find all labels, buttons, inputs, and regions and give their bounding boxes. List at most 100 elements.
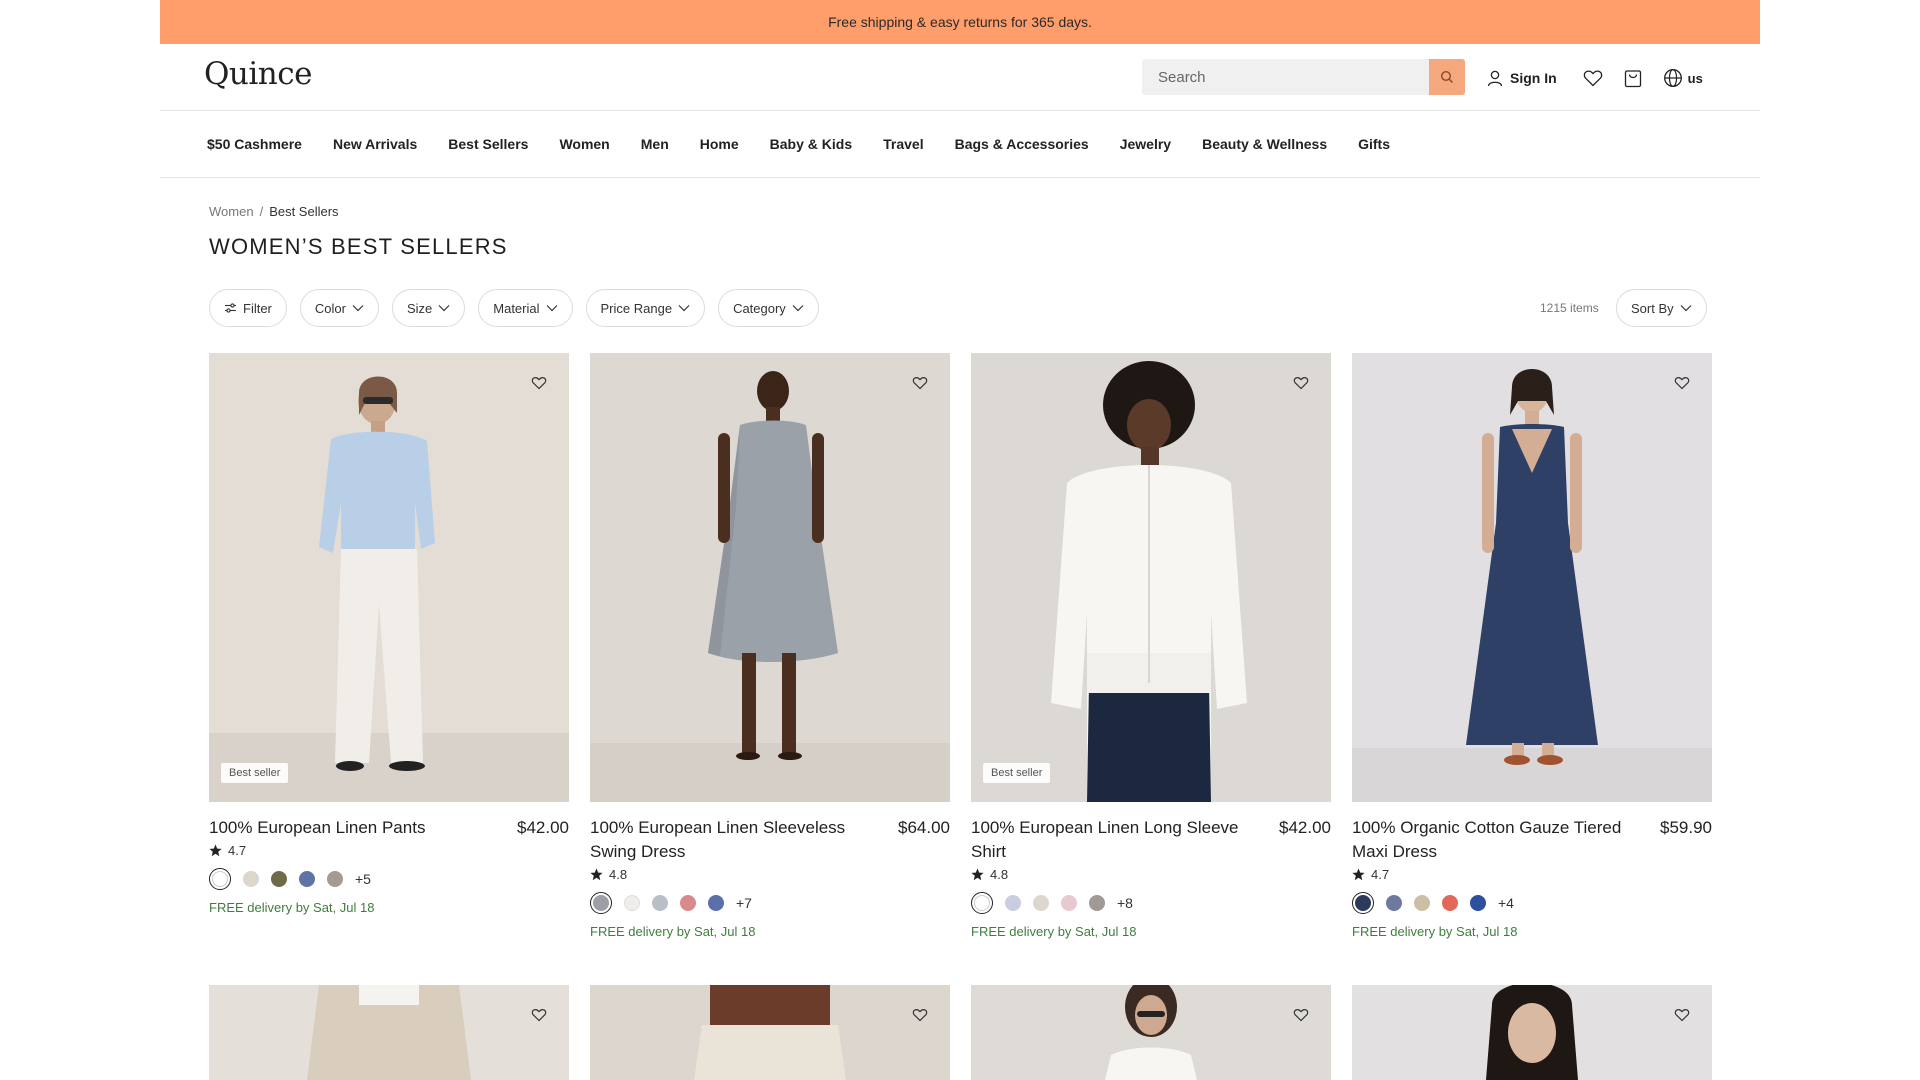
nav-item-women[interactable]: Women	[559, 136, 609, 152]
sign-in-label: Sign In	[1510, 70, 1557, 86]
size-filter-dropdown[interactable]: Size	[391, 289, 466, 327]
favorite-heart-icon[interactable]	[1674, 375, 1690, 391]
nav-item-jewelry[interactable]: Jewelry	[1120, 136, 1171, 152]
header-actions: Sign In us	[1486, 64, 1703, 92]
favorite-heart-icon[interactable]	[531, 1007, 547, 1023]
favorite-heart-icon[interactable]	[1293, 375, 1309, 391]
product-price: $42.00	[1279, 818, 1331, 837]
more-colors[interactable]: +7	[736, 895, 752, 911]
color-swatch[interactable]	[243, 871, 259, 887]
star-icon	[971, 868, 984, 881]
product-image[interactable]: Best seller	[209, 353, 569, 802]
more-colors[interactable]: +8	[1117, 895, 1133, 911]
product-name[interactable]: 100% Organic Cotton Gauze Tiered Maxi Dr…	[1352, 816, 1622, 864]
product-title-row: 100% European Linen Sleeveless Swing Dre…	[590, 816, 950, 864]
product-card[interactable]: Best seller 100% European Linen Pants $4…	[209, 353, 569, 915]
nav-item-beauty-wellness[interactable]: Beauty & Wellness	[1202, 136, 1327, 152]
color-swatch-selected[interactable]	[971, 892, 993, 914]
color-swatch[interactable]	[1386, 895, 1402, 911]
favorite-heart-icon[interactable]	[1293, 1007, 1309, 1023]
color-swatch-selected[interactable]	[209, 868, 231, 890]
wishlist-button[interactable]	[1583, 69, 1603, 87]
color-swatch-selected[interactable]	[1352, 892, 1374, 914]
favorite-heart-icon[interactable]	[531, 375, 547, 391]
star-icon	[209, 844, 222, 857]
product-card-partial[interactable]	[971, 985, 1331, 1080]
material-filter-dropdown[interactable]: Material	[478, 289, 573, 327]
product-photo-partial	[590, 985, 950, 1080]
color-swatch[interactable]	[327, 871, 343, 887]
nav-item-best-sellers[interactable]: Best Sellers	[448, 136, 528, 152]
color-swatch[interactable]	[1442, 895, 1458, 911]
price-range-filter-dropdown[interactable]: Price Range	[585, 289, 706, 327]
product-card[interactable]: 100% European Linen Sleeveless Swing Dre…	[590, 353, 950, 939]
product-name[interactable]: 100% European Linen Sleeveless Swing Dre…	[590, 816, 860, 864]
delivery-info: FREE delivery by Sat, Jul 18	[590, 924, 756, 939]
favorite-heart-icon[interactable]	[912, 1007, 928, 1023]
nav-item-bags-accessories[interactable]: Bags & Accessories	[955, 136, 1089, 152]
search-button[interactable]	[1429, 59, 1465, 95]
user-icon	[1487, 70, 1503, 87]
filter-label: Filter	[243, 300, 272, 316]
product-image[interactable]	[590, 353, 950, 802]
product-photo-partial	[1352, 985, 1712, 1080]
color-swatch-selected[interactable]	[590, 892, 612, 914]
color-swatch[interactable]	[271, 871, 287, 887]
product-image[interactable]	[1352, 353, 1712, 802]
chevron-down-icon	[678, 305, 690, 312]
nav-item-cashmere[interactable]: $50 Cashmere	[207, 136, 302, 152]
locale-selector[interactable]: us	[1663, 68, 1703, 88]
color-swatch[interactable]	[1470, 895, 1486, 911]
color-swatch[interactable]	[1033, 895, 1049, 911]
color-swatch[interactable]	[1061, 895, 1077, 911]
filter-button[interactable]: Filter	[209, 289, 287, 327]
product-price: $42.00	[517, 818, 569, 837]
promo-text: Free shipping & easy returns for 365 day…	[828, 14, 1092, 30]
category-filter-dropdown[interactable]: Category	[718, 289, 819, 327]
sign-in-link[interactable]: Sign In	[1486, 69, 1557, 87]
color-swatch[interactable]	[680, 895, 696, 911]
cart-button[interactable]	[1624, 69, 1642, 88]
favorite-heart-icon[interactable]	[1674, 1007, 1690, 1023]
search-input[interactable]	[1142, 59, 1429, 95]
more-colors[interactable]: +4	[1498, 895, 1514, 911]
nav-item-new-arrivals[interactable]: New Arrivals	[333, 136, 417, 152]
rating-value: 4.7	[228, 843, 247, 858]
color-swatch[interactable]	[624, 895, 640, 911]
color-swatch[interactable]	[299, 871, 315, 887]
color-swatch[interactable]	[1414, 895, 1430, 911]
product-card-partial[interactable]	[209, 985, 569, 1080]
color-filter-dropdown[interactable]: Color	[299, 289, 379, 327]
nav-item-baby-kids[interactable]: Baby & Kids	[770, 136, 852, 152]
chevron-down-icon	[352, 305, 364, 312]
nav-item-travel[interactable]: Travel	[883, 136, 923, 152]
search-icon	[1440, 70, 1453, 83]
more-colors[interactable]: +5	[355, 871, 371, 887]
color-swatch[interactable]	[1089, 895, 1105, 911]
chevron-down-icon	[438, 305, 450, 312]
product-title-row: 100% European Linen Pants $42.00	[209, 816, 569, 840]
color-swatch[interactable]	[1005, 895, 1021, 911]
nav-item-home[interactable]: Home	[700, 136, 739, 152]
product-name[interactable]: 100% European Linen Long Sleeve Shirt	[971, 816, 1241, 864]
product-card-partial[interactable]	[590, 985, 950, 1080]
site-logo[interactable]: Quince	[204, 56, 312, 92]
color-swatches: +5	[209, 868, 569, 890]
nav-item-men[interactable]: Men	[641, 136, 669, 152]
color-swatch[interactable]	[652, 895, 668, 911]
product-card[interactable]: 100% Organic Cotton Gauze Tiered Maxi Dr…	[1352, 353, 1712, 939]
breadcrumb-women[interactable]: Women	[209, 204, 254, 219]
favorite-heart-icon[interactable]	[912, 375, 928, 391]
rating-value: 4.8	[990, 867, 1009, 882]
product-image[interactable]: Best seller	[971, 353, 1331, 802]
product-card-partial[interactable]	[1352, 985, 1712, 1080]
star-icon	[590, 868, 603, 881]
product-name[interactable]: 100% European Linen Pants	[209, 816, 479, 840]
product-card[interactable]: Best seller 100% European Linen Long Sle…	[971, 353, 1331, 939]
color-swatch[interactable]	[708, 895, 724, 911]
size-filter-label: Size	[406, 300, 433, 316]
nav-item-gifts[interactable]: Gifts	[1358, 136, 1390, 152]
filter-bar: Filter Color Size Material Price Range C…	[209, 289, 819, 327]
sort-dropdown[interactable]: Sort By	[1616, 289, 1707, 327]
product-photo-swing-dress	[590, 353, 950, 802]
